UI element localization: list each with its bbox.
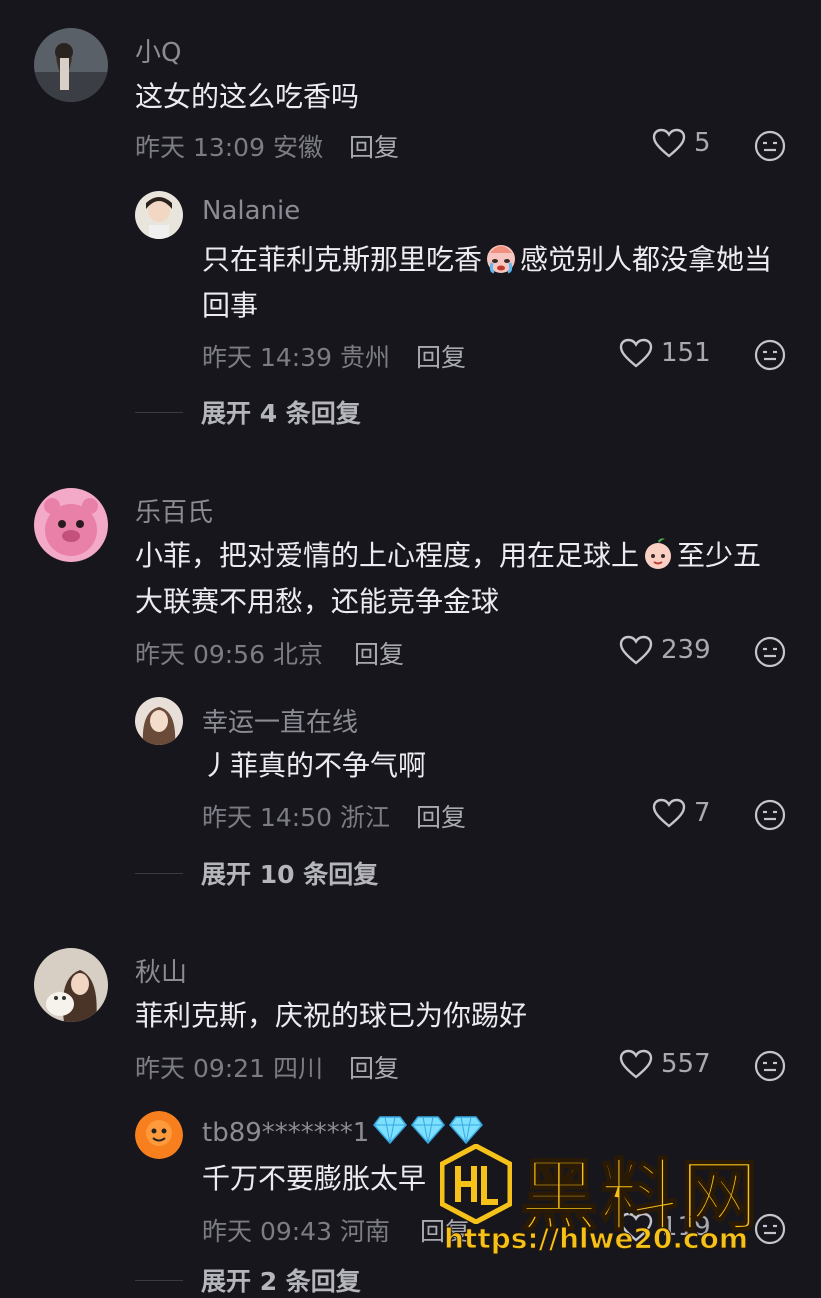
comment-text-part: 大联赛不用愁，还能竞争金球 xyxy=(135,585,500,618)
expand-replies-label: 展开 4 条回复 xyxy=(201,399,361,428)
user-name[interactable]: 乐百氏 xyxy=(135,492,213,529)
reply-user-avatar[interactable] xyxy=(135,1111,183,1159)
reply-text-part: 感觉别人都没拿她当 xyxy=(520,243,773,276)
watermark: 黑料网 https://hlwe20.com xyxy=(440,1140,790,1260)
expand-replies-button[interactable]: 展开 10 条回复 xyxy=(135,855,378,891)
reply-button[interactable]: 回复 xyxy=(354,635,404,671)
reply-meta: 昨天 14:50 浙江 xyxy=(202,803,390,832)
like-count: 5 xyxy=(694,128,711,158)
comment-text-part: 小菲，把对爱情的上心程度，用在足球上 xyxy=(135,539,640,572)
user-avatar[interactable] xyxy=(34,28,108,102)
reply-button[interactable]: 回复 xyxy=(349,1049,399,1085)
heart-icon xyxy=(619,338,653,368)
crying-face-icon xyxy=(487,245,516,274)
heart-icon xyxy=(652,798,686,828)
comment-text: 这女的这么吃香吗 xyxy=(135,80,360,113)
comment-meta: 昨天 13:09 安徽 xyxy=(135,133,323,162)
heart-icon xyxy=(652,128,686,158)
reply-text-part: 只在菲利克斯那里吃香 xyxy=(202,243,483,276)
reply-text: 丿菲真的不争气啊 xyxy=(202,749,427,782)
reply-user-avatar[interactable] xyxy=(135,697,183,745)
like-count: 557 xyxy=(661,1049,711,1079)
user-name[interactable]: 小Q xyxy=(135,32,181,69)
reply-text: 千万不要膨胀太早 xyxy=(202,1162,427,1195)
reply-user-name-text: tb89*******1 xyxy=(202,1118,370,1148)
watermark-url: https://hlwe20.com xyxy=(443,1222,749,1256)
peach-face-icon xyxy=(645,538,672,569)
reply-meta: 昨天 09:43 河南 xyxy=(202,1217,390,1246)
comment-meta: 昨天 09:56 北京 xyxy=(135,640,323,669)
emoji-react-icon[interactable] xyxy=(754,799,786,831)
user-avatar[interactable] xyxy=(34,488,108,562)
expand-replies-button[interactable]: 展开 4 条回复 xyxy=(135,394,361,430)
like-button[interactable]: 557 xyxy=(619,1049,711,1079)
heart-icon xyxy=(619,1049,653,1079)
comment-text: 菲利克斯，庆祝的球已为你踢好 xyxy=(135,999,528,1032)
like-button[interactable]: 151 xyxy=(619,338,711,368)
user-name[interactable]: 秋山 xyxy=(135,952,187,989)
reply-user-name[interactable]: Nalanie xyxy=(202,196,300,226)
emoji-react-icon[interactable] xyxy=(754,339,786,371)
reply-button[interactable]: 回复 xyxy=(349,128,399,164)
reply-button[interactable]: 回复 xyxy=(416,798,466,834)
comment-text: 小菲，把对爱情的上心程度，用在足球上 至少五 大联赛不用愁，还能竞争金球 xyxy=(135,533,805,625)
like-count: 7 xyxy=(694,798,711,828)
reply-user-name[interactable]: 幸运一直在线 xyxy=(202,702,358,739)
like-count: 151 xyxy=(661,338,711,368)
emoji-react-icon[interactable] xyxy=(754,130,786,162)
divider xyxy=(135,411,183,413)
like-button[interactable]: 7 xyxy=(652,798,711,828)
reply-button[interactable]: 回复 xyxy=(416,338,466,374)
user-avatar[interactable] xyxy=(34,948,108,1022)
expand-replies-label: 展开 10 条回复 xyxy=(201,860,379,889)
expand-replies-button[interactable]: 展开 2 条回复 xyxy=(135,1262,361,1298)
like-button[interactable]: 239 xyxy=(619,635,711,665)
reply-text: 只在菲利克斯那里吃香 感觉别人都没拿她当 回事 xyxy=(202,237,802,329)
emoji-react-icon[interactable] xyxy=(754,636,786,668)
reply-text-part: 回事 xyxy=(202,289,259,322)
reply-user-avatar[interactable] xyxy=(135,191,183,239)
divider xyxy=(135,872,183,874)
comment-text-part: 至少五 xyxy=(677,539,762,572)
like-count: 239 xyxy=(661,635,711,665)
expand-replies-label: 展开 2 条回复 xyxy=(201,1267,361,1296)
comment-meta: 昨天 09:21 四川 xyxy=(135,1054,323,1083)
like-button[interactable]: 5 xyxy=(652,128,711,158)
watermark-logo-icon xyxy=(440,1144,512,1224)
heart-icon xyxy=(619,635,653,665)
reply-meta: 昨天 14:39 贵州 xyxy=(202,343,390,372)
diamond-badge-icon xyxy=(373,1116,408,1145)
emoji-react-icon[interactable] xyxy=(754,1050,786,1082)
